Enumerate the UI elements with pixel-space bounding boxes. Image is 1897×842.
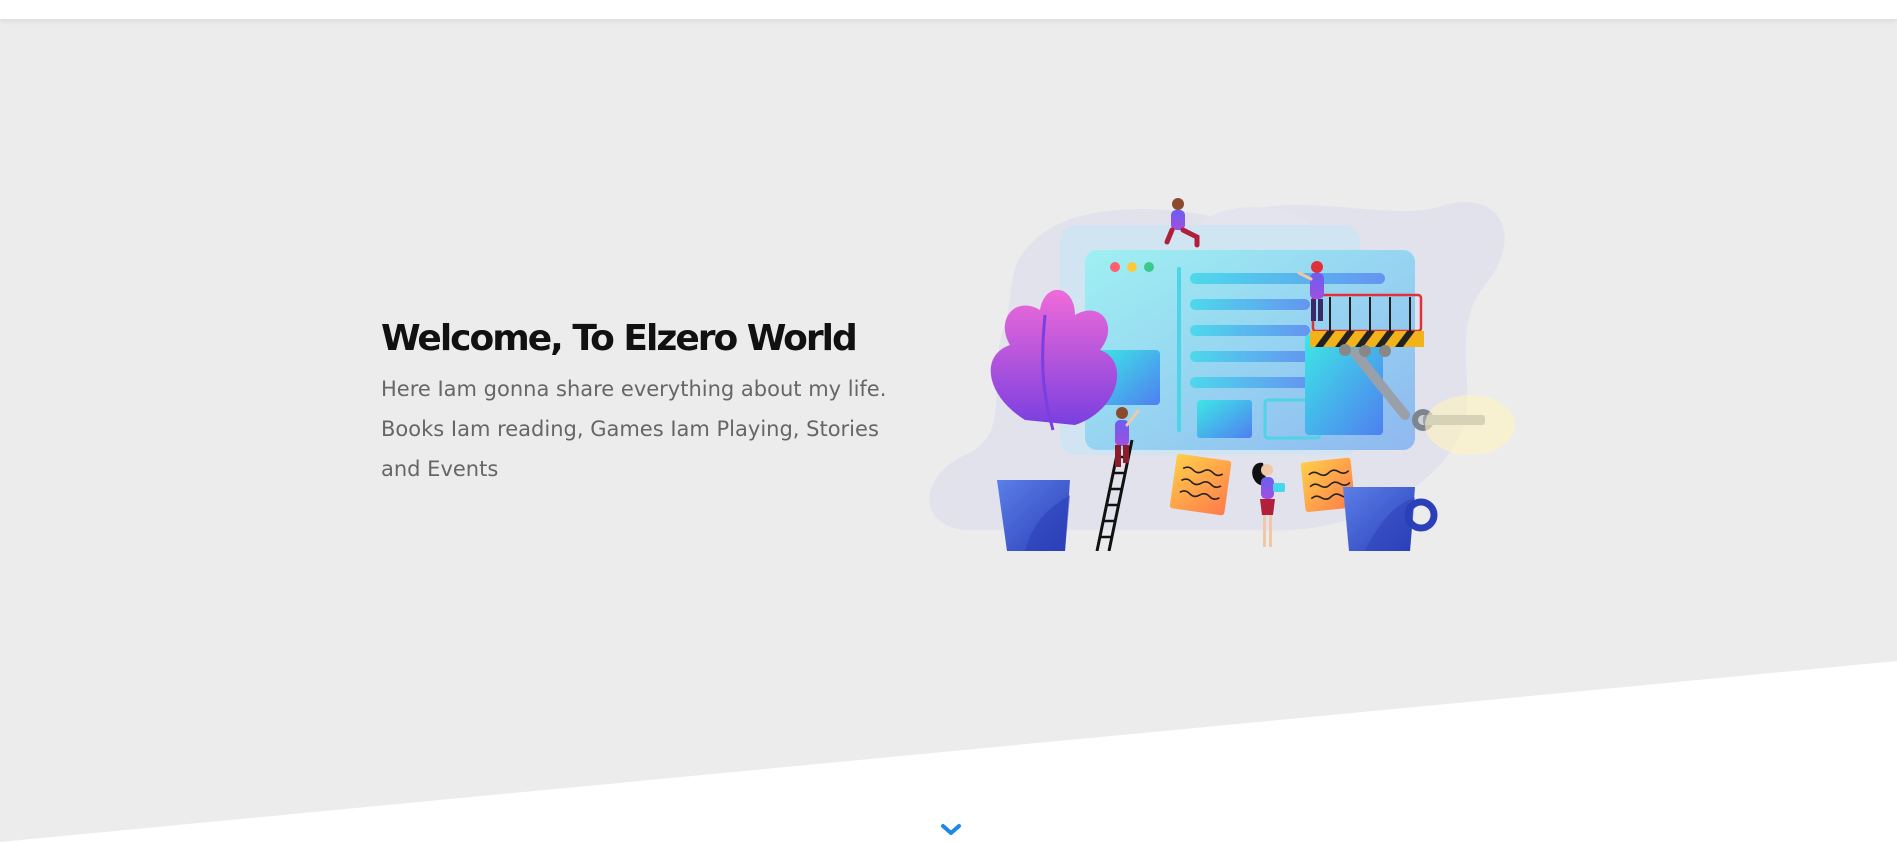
chevron-down-icon[interactable] <box>940 822 962 840</box>
top-header-bar <box>0 0 1897 19</box>
web-design-illustration <box>929 198 1515 551</box>
hero-title: Welcome, To Elzero World <box>381 318 858 359</box>
hero-text-block: Welcome, To Elzero World Here Iam gonna … <box>381 317 901 489</box>
hero-description: Here Iam gonna share everything about my… <box>381 377 887 481</box>
